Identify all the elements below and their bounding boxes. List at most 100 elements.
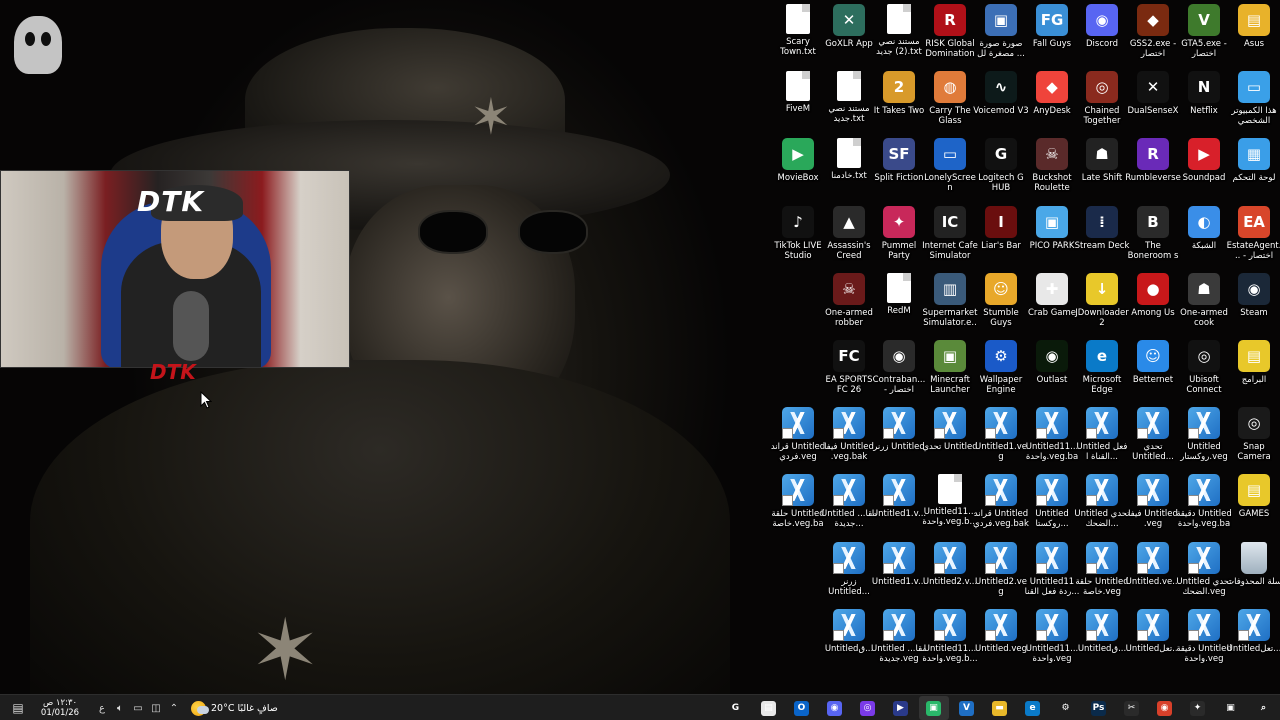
- desktop-icon[interactable]: دقيقة Untitled واحدة.veg: [1176, 608, 1232, 675]
- desktop-icon[interactable]: FiveM: [772, 71, 824, 137]
- desktop-icon[interactable]: Untitledتعل...: [1126, 608, 1180, 675]
- taskbar-app-active-button[interactable]: ▣: [918, 696, 949, 720]
- taskbar-notepad-button[interactable]: ▤: [754, 696, 784, 720]
- desktop-icon[interactable]: ◉ Steam: [1228, 272, 1280, 339]
- desktop-icon[interactable]: Untitled11... واحدة.veg.bak: [1026, 407, 1078, 473]
- desktop-icon[interactable]: ◎ Chained Together: [1076, 71, 1128, 137]
- desktop-icon[interactable]: Untitled11... واحدة.veg.b...: [922, 608, 978, 675]
- clock[interactable]: ١٢:٣٠ ص 01/01/26: [27, 698, 93, 718]
- desktop-icon[interactable]: Untitled.ve...: [1126, 541, 1180, 608]
- desktop-icon[interactable]: ▣ Minecraft Launcher: [924, 340, 976, 406]
- taskbar-discord-button[interactable]: ◉: [820, 696, 850, 720]
- desktop-icon[interactable]: ☗ One-armed cook: [1178, 272, 1230, 339]
- desktop-icon[interactable]: B The Boneroom s: [1127, 205, 1179, 272]
- desktop-icon[interactable]: ◉ Contraban... - اختصار: [873, 340, 925, 406]
- desktop-icon[interactable]: ∿ Voicemod V3: [973, 71, 1029, 137]
- desktop-icon[interactable]: Untitled11 ردة فعل القنا...: [1025, 541, 1079, 608]
- desktop-icon[interactable]: Untitled2.v...: [923, 541, 977, 608]
- desktop-icon[interactable]: خادمنا.txt: [823, 138, 875, 204]
- desktop-icon[interactable]: ICInternet Cafe Simulator 2...: [922, 205, 978, 272]
- desktop-icon[interactable]: G Logitech G HUB: [975, 138, 1027, 204]
- desktop-icon[interactable]: فيفا Untitled .veg.bak: [823, 407, 875, 473]
- desktop-icon[interactable]: زرنر Untitled...: [823, 541, 875, 608]
- desktop-icon[interactable]: زرنر Untitled: [873, 407, 925, 473]
- desktop-icon[interactable]: تحدي Untitled: [922, 407, 978, 473]
- desktop-icon[interactable]: ☺ Stumble Guys: [975, 272, 1027, 339]
- desktop-icon[interactable]: Untitledق...: [823, 608, 875, 675]
- taskbar-settings-button[interactable]: ⚙: [1051, 696, 1081, 720]
- desktop-icon[interactable]: ✕ GoXLR App: [823, 4, 875, 70]
- desktop-icon[interactable]: ▭ LonelyScreen: [924, 138, 976, 204]
- chevron-up-icon[interactable]: ⌃: [166, 700, 182, 716]
- desktop-icon[interactable]: قراند Untitled فردي.veg.bak: [973, 474, 1029, 540]
- desktop-icon[interactable]: SF Split Fiction: [873, 138, 925, 204]
- taskbar-task-view-button[interactable]: ▣: [1216, 696, 1246, 720]
- taskbar-edge-button[interactable]: e: [1018, 696, 1048, 720]
- desktop-icon[interactable]: ☠ Buckshot Roulette: [1026, 138, 1078, 204]
- taskbar-twitch-button[interactable]: ◎: [853, 696, 883, 720]
- desktop-icon[interactable]: ◐ الشبكة: [1178, 205, 1230, 272]
- taskbar-photoshop-button[interactable]: Ps: [1084, 696, 1114, 720]
- desktop-icon[interactable]: Untitled11... واحدة.veg: [1026, 608, 1078, 675]
- desktop-icon[interactable]: Untitled فعل القناة ا...: [1076, 407, 1128, 473]
- desktop-icon[interactable]: ♪ TikTok LIVE Studio: [772, 205, 824, 272]
- desktop-icon[interactable]: FC EA SPORTS FC 26: [823, 340, 875, 406]
- desktop-icon[interactable]: ▦ لوحة التحكم: [1228, 138, 1280, 204]
- desktop-icon[interactable]: ▣ صورة صورة مصغرة لل ...: [975, 4, 1027, 70]
- desktop-icon[interactable]: FG Fall Guys: [1026, 4, 1078, 70]
- taskbar-file-explorer-button[interactable]: ▬: [985, 696, 1015, 720]
- desktop-icon[interactable]: Untitled1.v...: [872, 541, 926, 608]
- language-indicator[interactable]: ع: [94, 700, 110, 716]
- desktop-icon[interactable]: ◆ GSS2.exe - اختصار: [1127, 4, 1179, 70]
- taskbar-chatgpt-button[interactable]: ✦: [1183, 696, 1213, 720]
- desktop-icon[interactable]: ◎ Snap Camera: [1228, 407, 1280, 473]
- desktop-icon[interactable]: ☺ Betternet: [1127, 340, 1179, 406]
- desktop-icon[interactable]: Untitled1.veg: [975, 407, 1027, 473]
- desktop-icon[interactable]: ▶ MovieBox: [772, 138, 824, 204]
- desktop-icon[interactable]: Ⅰ Liar's Bar: [975, 205, 1027, 272]
- desktop-icon[interactable]: Untitled روكستا...: [1026, 474, 1078, 540]
- desktop-icon[interactable]: ◎ Ubisoft Connect: [1178, 340, 1230, 406]
- speaker-icon[interactable]: 🔈︎: [112, 700, 128, 716]
- taskbar-media-player-button[interactable]: ▶: [886, 696, 916, 720]
- taskbar-capcut-button[interactable]: ✂: [1117, 696, 1147, 720]
- desktop-icon[interactable]: R Rumbleverse: [1125, 138, 1181, 204]
- desktop-icon[interactable]: مستند نصي جديد.txt: [823, 71, 875, 137]
- desktop-icon[interactable]: ▤ Asus: [1228, 4, 1280, 70]
- desktop-icon[interactable]: ▤ GAMES: [1228, 474, 1280, 540]
- desktop-icon[interactable]: ● Among Us: [1127, 272, 1179, 339]
- desktop-icon[interactable]: ◉ Discord: [1076, 4, 1128, 70]
- desktop-icon[interactable]: قراند Untitled فردي.veg: [771, 407, 825, 473]
- desktop-icon[interactable]: e Microsoft Edge: [1076, 340, 1128, 406]
- desktop-icon[interactable]: ◆ AnyDesk: [1026, 71, 1078, 137]
- desktop-icon[interactable]: ◉ Outlast: [1026, 340, 1078, 406]
- desktop-icon[interactable]: ✦ Pummel Party: [873, 205, 925, 272]
- desktop-icon[interactable]: Untitled2.veg: [975, 541, 1027, 608]
- desktop-icon[interactable]: ⚙ Wallpaper Engine: [975, 340, 1027, 406]
- desktop-icon[interactable]: ⁞ Stream Deck: [1075, 205, 1129, 272]
- network-icon[interactable]: ▭: [130, 700, 146, 716]
- desktop-icon[interactable]: دقيقة Untitled واحدة.veg.bak: [1176, 474, 1232, 540]
- desktop-icon[interactable]: Untitled روكستار.veg: [1178, 407, 1230, 473]
- desktop-icon[interactable]: V GTA5.exe - اختصار: [1178, 4, 1230, 70]
- desktop-icon[interactable]: ▶ Soundpad: [1178, 138, 1230, 204]
- desktop-icon[interactable]: Untitledق...: [1076, 608, 1128, 675]
- desktop-icon[interactable]: Untitled مقا... جديدة...: [821, 474, 877, 540]
- taskbar-chrome-button[interactable]: ◉: [1150, 696, 1180, 720]
- desktop-icon[interactable]: Untitled11... واحدة.veg.b...: [922, 474, 978, 540]
- desktop-icon[interactable]: Untitled مقا... جديدة.veg: [871, 608, 927, 675]
- desktop-icon[interactable]: ✚ Crab Game: [1026, 272, 1078, 339]
- desktop-icon[interactable]: ▥Supermarket Simulator.e...: [923, 272, 977, 339]
- desktop-icon[interactable]: ▤ البرامج: [1228, 340, 1280, 406]
- desktop-icon[interactable]: ☠ One-armed robber: [823, 272, 875, 339]
- desktop-icon[interactable]: 2 It Takes Two: [873, 71, 925, 137]
- desktop-icon[interactable]: R RISK Global Domination: [924, 4, 976, 70]
- desktop-icon[interactable]: ◍ Carry The Glass: [924, 71, 976, 137]
- desktop-icon[interactable]: ☗ Late Shift: [1076, 138, 1128, 204]
- desktop-icon[interactable]: ▲Assassin's Creed Mirage: [823, 205, 875, 272]
- desktop-icon[interactable]: حلقة Untitled خاصة.veg.bak: [771, 474, 825, 540]
- desktop-icon[interactable]: N Netflix: [1178, 71, 1230, 137]
- notification-icon[interactable]: ▤: [10, 700, 26, 716]
- desktop-icon[interactable]: ↓ JDownloader 2: [1075, 272, 1129, 339]
- desktop-icon[interactable]: سلة المحذوفات: [1226, 541, 1280, 608]
